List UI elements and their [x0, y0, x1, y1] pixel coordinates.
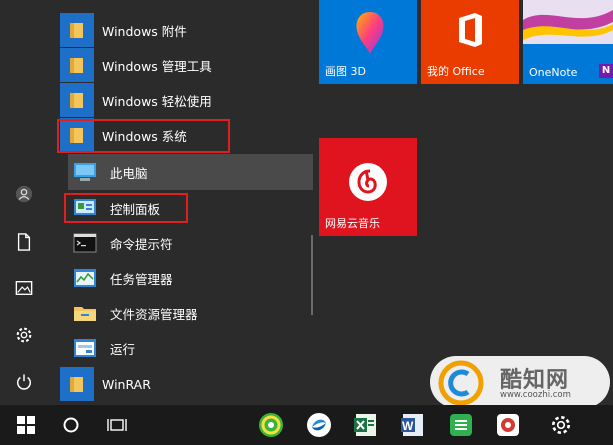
folder-winrar[interactable]: WinRAR: [60, 366, 348, 402]
folder-windows-ease-of-access[interactable]: Windows 轻松使用: [60, 82, 348, 118]
taskbar-app-icon: [497, 414, 519, 436]
coozhi-watermark: 酷知网 www.coozhi.com: [430, 356, 610, 408]
app-label: 控制面板: [110, 201, 161, 217]
360-browser-icon: [259, 413, 283, 437]
folder-windows-accessories[interactable]: Windows 附件: [60, 12, 348, 48]
watermark-url: www.coozhi.com: [500, 390, 571, 400]
taskbar: W: [0, 405, 613, 445]
app-label: 任务管理器: [110, 271, 173, 287]
power-icon: [16, 374, 32, 390]
coozhi-logo-icon: [438, 360, 484, 406]
task-view-button[interactable]: [96, 405, 138, 445]
paint-3d-icon: [356, 12, 384, 54]
tile-paint-3d[interactable]: 画图 3D: [319, 0, 417, 84]
app-label: 运行: [110, 341, 136, 357]
taskbar-wps-table[interactable]: [440, 405, 482, 445]
windows-start-icon: [17, 416, 35, 434]
word-icon: W: [401, 414, 423, 436]
taskbar-word[interactable]: W: [392, 405, 434, 445]
folder-icon: [60, 367, 94, 401]
app-run[interactable]: 运行: [68, 330, 348, 366]
svg-text:W: W: [402, 419, 414, 433]
folder-icon: [60, 83, 94, 117]
app-label: Windows 附件: [102, 23, 187, 39]
app-label: 此电脑: [110, 165, 148, 181]
app-label: 命令提示符: [110, 236, 173, 252]
taskbar-360-browser[interactable]: [250, 405, 292, 445]
start-button[interactable]: [5, 405, 47, 445]
taskbar-excel[interactable]: [345, 405, 387, 445]
computer-icon: [68, 155, 102, 189]
folder-icon: [60, 48, 94, 82]
app-command-prompt[interactable]: 命令提示符: [68, 225, 348, 261]
tile-onenote[interactable]: OneNote N: [523, 0, 613, 84]
tiles-area: 画图 3D 我的 Office OneNote N 网易云音乐: [313, 0, 613, 405]
app-label: Windows 轻松使用: [102, 93, 212, 109]
file-explorer-icon: [68, 296, 102, 330]
app-label: Windows 管理工具: [102, 58, 212, 74]
folder-icon: [60, 13, 94, 47]
folder-icon: [60, 118, 94, 152]
documents-button[interactable]: [0, 220, 48, 264]
tile-label: 我的 Office: [427, 65, 485, 78]
picture-icon: [15, 281, 33, 295]
settings-icon: [16, 327, 32, 343]
user-icon: [15, 185, 33, 203]
taskbar-settings[interactable]: [540, 405, 582, 445]
task-view-icon: [107, 419, 127, 431]
tile-label: OneNote: [529, 66, 578, 79]
run-icon: [68, 331, 102, 365]
document-icon: [17, 233, 31, 251]
taskbar-sogou-browser[interactable]: [298, 405, 340, 445]
start-left-rail: [0, 0, 48, 405]
app-file-explorer[interactable]: 文件资源管理器: [68, 295, 348, 331]
taskbar-app[interactable]: [487, 405, 529, 445]
tile-my-office[interactable]: 我的 Office: [421, 0, 519, 84]
cortana-button[interactable]: [50, 405, 92, 445]
excel-icon: [354, 414, 376, 436]
settings-icon: [551, 415, 571, 435]
app-label: Windows 系统: [102, 128, 187, 144]
command-prompt-icon: [68, 226, 102, 260]
tile-label: 画图 3D: [325, 65, 366, 78]
app-control-panel[interactable]: 控制面板: [68, 190, 348, 226]
folder-windows-system[interactable]: Windows 系统: [60, 117, 348, 153]
tile-label: 网易云音乐: [325, 217, 380, 230]
tile-netease-music[interactable]: 网易云音乐: [319, 138, 417, 236]
app-this-pc[interactable]: 此电脑: [68, 154, 348, 190]
app-label: WinRAR: [102, 376, 151, 392]
power-button[interactable]: [0, 360, 48, 404]
settings-button[interactable]: [0, 313, 48, 357]
cortana-icon: [63, 417, 79, 433]
onenote-banner-icon: [523, 0, 613, 44]
control-panel-icon: [68, 191, 102, 225]
folder-windows-admin-tools[interactable]: Windows 管理工具: [60, 47, 348, 83]
onenote-n-icon: N: [599, 64, 613, 78]
netease-music-icon: [349, 163, 387, 201]
app-label: 文件资源管理器: [110, 306, 198, 322]
app-list: Windows 附件 Windows 管理工具 Windows 轻松使用 Win…: [48, 0, 348, 405]
wps-table-icon: [450, 414, 472, 436]
office-icon: [459, 13, 482, 47]
app-task-manager[interactable]: 任务管理器: [68, 260, 348, 296]
pictures-button[interactable]: [0, 266, 48, 310]
user-account-button[interactable]: [0, 172, 48, 216]
task-manager-icon: [68, 261, 102, 295]
sogou-browser-icon: [307, 413, 331, 437]
